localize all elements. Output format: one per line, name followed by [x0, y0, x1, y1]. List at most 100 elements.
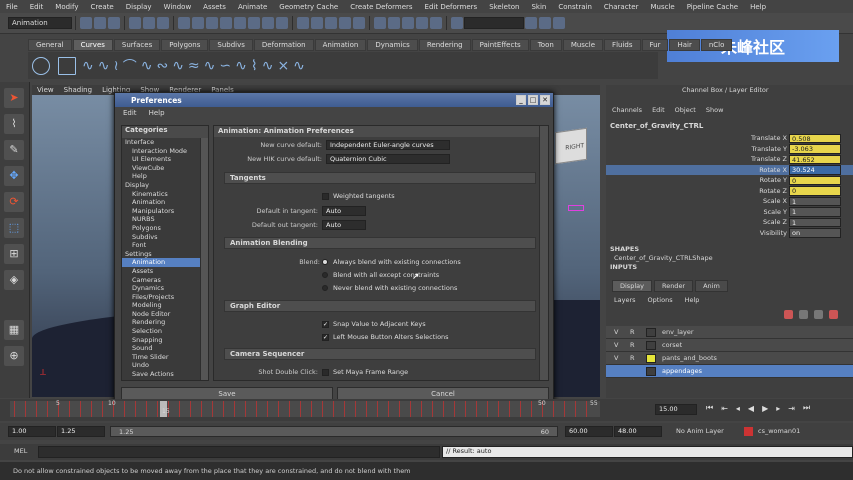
category-item-sound[interactable]: Sound	[122, 344, 208, 353]
playback-end-field[interactable]: 60.00	[565, 426, 613, 437]
layer-menu-help[interactable]: Help	[685, 296, 700, 304]
snap-grid-icon[interactable]	[297, 17, 309, 29]
current-frame-field[interactable]: 15.00	[655, 404, 697, 415]
category-item-subdivs[interactable]: Subdivs	[122, 233, 208, 242]
menu-edit[interactable]: Edit	[30, 3, 44, 11]
pencil-curve-icon[interactable]: ≀	[113, 58, 118, 74]
layer-options-icon[interactable]	[814, 309, 823, 319]
go-to-end-icon[interactable]: ⏭	[803, 403, 810, 413]
menu-skeleton[interactable]: Skeleton	[489, 3, 519, 11]
layer-reference-toggle[interactable]: R	[630, 328, 642, 336]
viewport-menu-view[interactable]: View	[37, 86, 54, 94]
category-item-assets[interactable]: Assets	[122, 267, 208, 276]
layer-row-env-layer[interactable]: V Renv_layer	[606, 326, 853, 339]
channel-value[interactable]: 41.652	[789, 154, 841, 164]
tab-polygons[interactable]: Polygons	[161, 38, 209, 51]
animation-start-field[interactable]: 1.00	[8, 426, 56, 437]
attach-curve-icon[interactable]: ∿	[141, 58, 153, 74]
mask-joint-icon[interactable]	[192, 17, 204, 29]
dialog-titlebar[interactable]: Preferences _ □ ✕	[115, 93, 553, 107]
close-icon[interactable]: ✕	[540, 95, 550, 105]
detach-curve-icon[interactable]: ∾	[156, 58, 168, 74]
delete-layer-icon[interactable]	[829, 309, 838, 319]
nurbs-square-icon[interactable]	[58, 56, 76, 75]
menu-window[interactable]: Window	[164, 3, 192, 11]
menu-assets[interactable]: Assets	[203, 3, 226, 11]
channel-row-rotate-x[interactable]: Rotate X 30.524	[606, 164, 853, 175]
intersect-curve-icon[interactable]: ⨯	[277, 58, 289, 74]
dialog-menu-edit[interactable]: Edit	[123, 109, 137, 117]
select-object-icon[interactable]	[143, 17, 155, 29]
category-item-snapping[interactable]: Snapping	[122, 336, 208, 345]
show-tool-settings-icon[interactable]	[539, 17, 551, 29]
tab-general[interactable]: General	[28, 38, 72, 51]
ep-curve-icon[interactable]: ∿	[98, 58, 110, 74]
layer-row-corset[interactable]: V Rcorset	[606, 339, 853, 352]
mask-misc-icon[interactable]	[276, 17, 288, 29]
single-perspective-layout-icon[interactable]: ▦	[4, 320, 24, 340]
tab-dynamics[interactable]: Dynamics	[367, 38, 418, 51]
command-language-label[interactable]: MEL	[14, 447, 27, 455]
go-to-start-icon[interactable]: ⏮	[706, 403, 713, 413]
rotate-tool-icon[interactable]: ⟳	[4, 192, 24, 212]
mask-surface-icon[interactable]	[220, 17, 232, 29]
shape-name[interactable]: Center_of_Gravity_CTRLShape	[606, 254, 853, 263]
category-item-files-projects[interactable]: Files/Projects	[122, 293, 208, 302]
cv-curve-icon[interactable]: ∿	[82, 58, 94, 74]
soft-mod-icon[interactable]: ◈	[4, 270, 24, 290]
category-item-nurbs[interactable]: NURBS	[122, 215, 208, 224]
minimize-icon[interactable]: _	[516, 95, 526, 105]
channel-row-translate-x[interactable]: Translate X 0.508	[606, 133, 853, 144]
new-hik-dropdown[interactable]: Quaternion Cubic	[326, 154, 450, 164]
category-item-time-slider[interactable]: Time Slider	[122, 353, 208, 362]
category-item-display[interactable]: Display	[122, 181, 208, 190]
tab-rendering[interactable]: Rendering	[418, 38, 471, 51]
category-item-manipulators[interactable]: Manipulators	[122, 207, 208, 216]
cut-curve-icon[interactable]: ∿	[262, 58, 274, 74]
category-item-animation[interactable]: Animation	[122, 198, 208, 207]
menu-create[interactable]: Create	[90, 3, 113, 11]
category-item-interaction-mode[interactable]: Interaction Mode	[122, 147, 208, 156]
show-attribute-editor-icon[interactable]	[525, 17, 537, 29]
menu-set-selector[interactable]: Animation	[8, 17, 72, 29]
step-back-key-icon[interactable]: ⇤	[721, 404, 728, 413]
blend-never-radio[interactable]	[322, 285, 328, 291]
section-camera-sequencer[interactable]: Camera Sequencer	[224, 348, 536, 360]
category-item-cameras[interactable]: Cameras	[122, 276, 208, 285]
tab-nclo[interactable]: nClo	[700, 38, 733, 51]
category-item-ui-elements[interactable]: UI Elements	[122, 155, 208, 164]
category-item-save-actions[interactable]: Save Actions	[122, 370, 208, 379]
layer-row-pants-and-boots[interactable]: V Rpants_and_boots	[606, 352, 853, 365]
blend-always-radio[interactable]	[322, 259, 328, 265]
rebuild-curve-icon[interactable]: ∿	[235, 58, 247, 74]
new-scene-icon[interactable]	[80, 17, 92, 29]
menu-character[interactable]: Character	[604, 3, 639, 11]
select-hierarchy-icon[interactable]	[129, 17, 141, 29]
layer-color-swatch[interactable]	[646, 353, 656, 363]
tab-fur[interactable]: Fur	[641, 38, 669, 51]
category-item-help[interactable]: Help	[122, 172, 208, 181]
menu-muscle[interactable]: Muscle	[650, 3, 674, 11]
step-forward-key-icon[interactable]: ⇥	[788, 404, 795, 413]
show-channel-box-icon[interactable]	[553, 17, 565, 29]
render-frame-icon[interactable]	[402, 17, 414, 29]
category-item-dynamics[interactable]: Dynamics	[122, 284, 208, 293]
category-item-font[interactable]: Font	[122, 241, 208, 250]
snap-point-icon[interactable]	[325, 17, 337, 29]
play-backwards-icon[interactable]: ◀	[748, 404, 754, 413]
layer-visibility-toggle[interactable]: V	[614, 341, 626, 349]
channel-value[interactable]: 1	[789, 217, 841, 227]
four-view-layout-icon[interactable]: ⊕	[4, 346, 24, 366]
layer-tab-display[interactable]: Display	[612, 280, 652, 292]
command-input[interactable]	[38, 446, 440, 458]
shot-double-click-checkbox[interactable]	[322, 368, 329, 376]
channel-row-rotate-z[interactable]: Rotate Z0	[606, 186, 853, 197]
input-field-icon[interactable]	[451, 17, 463, 29]
category-item-undo[interactable]: Undo	[122, 361, 208, 370]
channel-value[interactable]: 1	[789, 196, 841, 206]
menu-help[interactable]: Help	[750, 3, 766, 11]
time-slider[interactable]: 5 10 15 50 55 15.00 ⏮ ⇤ ◂ ◀ ▶ ▸ ⇥ ⏭	[0, 399, 853, 421]
layer-row-appendages[interactable]: appendages	[606, 365, 853, 378]
category-item-animation[interactable]: Animation	[122, 258, 208, 267]
render-settings-icon[interactable]	[430, 17, 442, 29]
